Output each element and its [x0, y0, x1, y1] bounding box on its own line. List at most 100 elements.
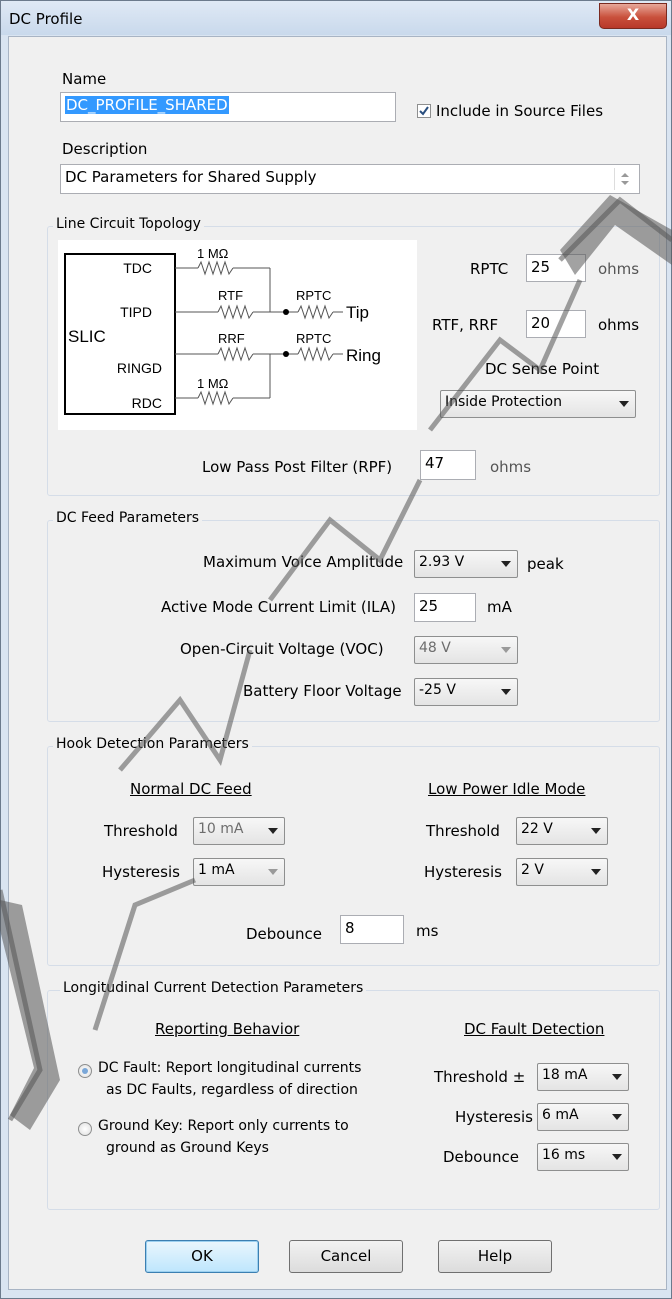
description-value: DC Parameters for Shared Supply [65, 168, 317, 186]
hook-debounce-field[interactable]: 8 [340, 915, 404, 944]
long-threshold-value: 18 mA [542, 1067, 588, 1083]
name-label: Name [62, 70, 107, 88]
ringd-label: RINGD [117, 360, 162, 376]
ila-label: Active Mode Current Limit (ILA) [161, 598, 396, 616]
window-title: DC Profile [9, 10, 83, 28]
lp-hysteresis-label: Hysteresis [424, 863, 502, 881]
description-spin[interactable] [614, 168, 635, 190]
rpf-unit: ohms [490, 458, 532, 476]
chevron-down-icon [612, 1114, 622, 1120]
line-circuit-diagram: TDC TIPD SLIC RINGD RDC 1 MΩ 1 MΩ RTF RR… [58, 240, 417, 430]
long-threshold-label: Threshold ± [434, 1068, 526, 1086]
long-hysteresis-value: 6 mA [542, 1107, 579, 1123]
cancel-button[interactable]: Cancel [289, 1240, 403, 1273]
chevron-down-icon [501, 561, 511, 567]
chevron-down-icon [619, 401, 629, 407]
chevron-down-icon [501, 647, 511, 653]
spin-arrows-icon [621, 173, 629, 185]
rptc-unit: ohms [598, 260, 640, 278]
tip-label: Tip [346, 303, 369, 322]
voc-label: Open-Circuit Voltage (VOC) [180, 640, 384, 658]
name-field[interactable]: DC_PROFILE_SHARED [60, 92, 396, 122]
long-debounce-select[interactable]: 16 ms [537, 1143, 629, 1171]
low-power-header: Low Power Idle Mode [428, 780, 586, 798]
ground-key-line1: Ground Key: Report only currents to [98, 1118, 349, 1134]
battery-floor-value: -25 V [419, 682, 456, 698]
long-hysteresis-select[interactable]: 6 mA [537, 1103, 629, 1131]
name-value: DC_PROFILE_SHARED [65, 96, 229, 114]
fault-detection-header: DC Fault Detection [464, 1020, 605, 1038]
rpf-label: Low Pass Post Filter (RPF) [202, 458, 393, 476]
circuit-schematic: TDC TIPD SLIC RINGD RDC 1 MΩ 1 MΩ RTF RR… [64, 246, 381, 415]
max-voice-select[interactable]: 2.93 V [414, 550, 518, 578]
chevron-down-icon [612, 1154, 622, 1160]
rpf-field[interactable]: 47 [420, 450, 476, 480]
ring-label: Ring [346, 346, 381, 365]
dc-fault-line1: DC Fault: Report longitudinal currents [98, 1060, 362, 1076]
rptc-value: 25 [531, 258, 551, 276]
battery-floor-select[interactable]: -25 V [414, 678, 518, 706]
feed-group-label: DC Feed Parameters [53, 510, 202, 526]
rptc-field[interactable]: 25 [526, 254, 586, 282]
chevron-down-icon [591, 828, 601, 834]
description-field[interactable]: DC Parameters for Shared Supply [60, 164, 640, 194]
normal-threshold-select[interactable]: 10 mA [193, 817, 285, 845]
lp-threshold-label: Threshold [426, 822, 500, 840]
ground-key-line2: ground as Ground Keys [106, 1140, 269, 1156]
rpf-value: 47 [425, 454, 445, 472]
lp-hysteresis-value: 2 V [521, 862, 544, 878]
help-button[interactable]: Help [438, 1240, 552, 1273]
hook-debounce-label: Debounce [246, 925, 322, 943]
long-hysteresis-label: Hysteresis [455, 1108, 533, 1126]
rrf-label: RRF [218, 331, 245, 346]
battery-floor-label: Battery Floor Voltage [243, 682, 402, 700]
rptc-label: RPTC [470, 260, 509, 278]
voc-value: 48 V [419, 640, 451, 656]
tipd-label: TIPD [120, 304, 152, 320]
rtf-rrf-label: RTF, RRF [432, 316, 499, 334]
close-button[interactable]: X [599, 3, 667, 29]
hook-group-label: Hook Detection Parameters [53, 736, 252, 752]
ok-button[interactable]: OK [145, 1240, 259, 1273]
voc-select[interactable]: 48 V [414, 636, 518, 664]
normal-hysteresis-select[interactable]: 1 mA [193, 858, 285, 886]
ground-key-radio[interactable] [78, 1122, 92, 1136]
long-debounce-value: 16 ms [542, 1147, 586, 1163]
normal-threshold-label: Threshold [104, 822, 178, 840]
resistor-top-label: 1 MΩ [197, 246, 229, 261]
ila-unit: mA [487, 598, 512, 616]
max-voice-value: 2.93 V [419, 554, 465, 570]
rdc-label: RDC [132, 395, 162, 411]
resistor-bottom-label: 1 MΩ [197, 376, 229, 391]
normal-hysteresis-label: Hysteresis [102, 863, 180, 881]
topology-group-label: Line Circuit Topology [53, 216, 204, 232]
rtf-label: RTF [218, 288, 243, 303]
sense-point-select[interactable]: Inside Protection [440, 390, 636, 418]
sense-point-label: DC Sense Point [485, 360, 600, 378]
chevron-down-icon [268, 828, 278, 834]
normal-threshold-value: 10 mA [198, 821, 244, 837]
max-voice-label: Maximum Voice Amplitude [203, 553, 404, 571]
chevron-down-icon [612, 1074, 622, 1080]
lp-threshold-select[interactable]: 22 V [516, 817, 608, 845]
tdc-label: TDC [123, 260, 152, 276]
rptc-ring-label: RPTC [296, 331, 331, 346]
slic-label: SLIC [68, 327, 106, 346]
long-debounce-label: Debounce [443, 1148, 519, 1166]
rtf-rrf-field[interactable]: 20 [526, 310, 586, 338]
max-voice-unit: peak [527, 555, 564, 573]
rptc-tip-label: RPTC [296, 288, 331, 303]
ila-field[interactable]: 25 [414, 593, 476, 622]
dc-fault-radio[interactable] [78, 1064, 92, 1078]
ila-value: 25 [419, 597, 439, 615]
lp-threshold-value: 22 V [521, 821, 553, 837]
chevron-down-icon [268, 869, 278, 875]
chevron-down-icon [591, 869, 601, 875]
title-bar[interactable]: DC Profile X [1, 1, 671, 35]
lp-hysteresis-select[interactable]: 2 V [516, 858, 608, 886]
long-threshold-select[interactable]: 18 mA [537, 1063, 629, 1091]
checkmark-icon [419, 106, 429, 116]
rtf-rrf-value: 20 [531, 314, 551, 332]
hook-debounce-unit: ms [416, 922, 439, 940]
include-checkbox[interactable] [417, 104, 431, 118]
